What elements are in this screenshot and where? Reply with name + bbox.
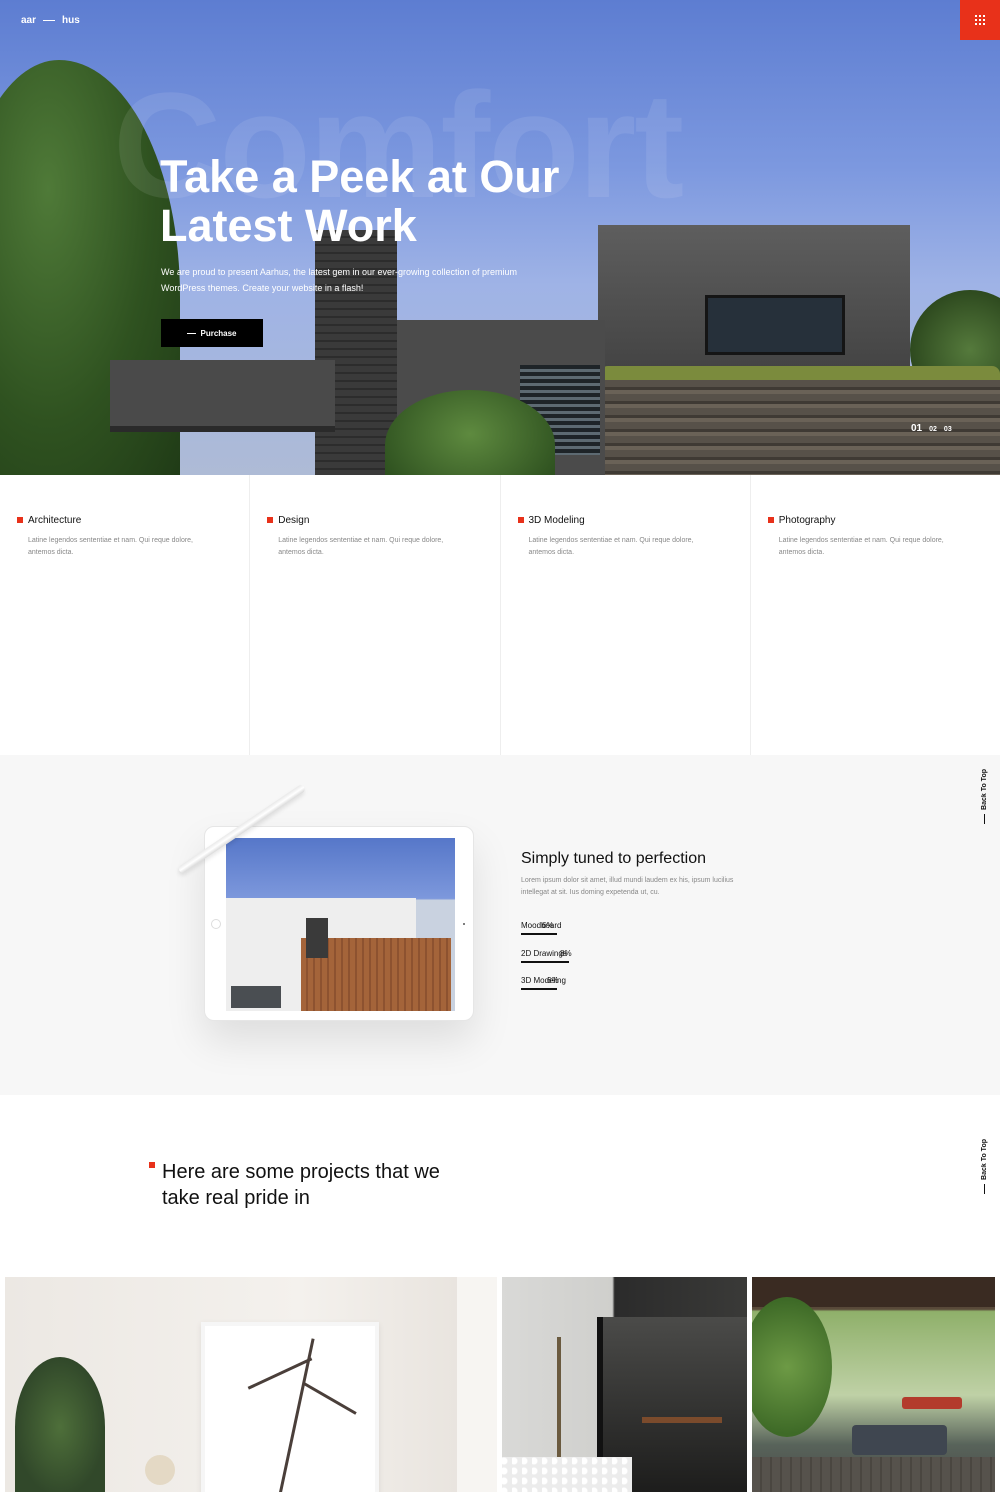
back-to-top-line [984, 813, 985, 824]
service-title: Architecture [28, 515, 82, 526]
garden-tree [752, 1297, 832, 1437]
logo-text-left: aar [21, 15, 37, 26]
grid-menu-icon [975, 15, 985, 25]
button-dash [187, 332, 197, 334]
service-architecture: Architecture Latine legendos sententiae … [0, 475, 251, 755]
skill-bar [521, 933, 557, 935]
skill-percent: 6% [542, 921, 554, 930]
red-chairs [902, 1397, 962, 1409]
hero-title-line-2: Latest Work [160, 200, 417, 251]
tablet-screen [226, 838, 455, 1011]
white-pebbles [502, 1457, 632, 1492]
hero-building-window [705, 295, 845, 355]
hero-building-left [110, 360, 335, 432]
skill-percent: 8% [560, 949, 572, 958]
purchase-button[interactable]: Purchase [161, 319, 263, 347]
service-photography: Photography Latine legendos sententiae e… [751, 475, 1000, 755]
red-square-icon [767, 517, 774, 523]
wooden-deck [752, 1457, 995, 1492]
hero-title: Take a Peek at Our Latest Work [160, 152, 580, 250]
service-text: Latine legendos sententiae et nam. Qui r… [278, 537, 444, 556]
tablet-camera [463, 923, 465, 925]
service-title: Design [278, 515, 310, 526]
hero-description: We are proud to present Aarhus, the late… [161, 267, 518, 293]
perfection-description: Lorem ipsum dolor sit amet, illud mundi … [521, 877, 734, 896]
purchase-button-label: Purchase [200, 328, 237, 338]
dining-table [642, 1417, 722, 1423]
skill-2d-drawings: 2D Drawings 8% [521, 949, 581, 963]
slide-01[interactable]: 01 [911, 423, 922, 434]
picture-frame [201, 1322, 379, 1492]
slider-pagination: 01 02 03 [911, 423, 952, 434]
projects-title: Here are some projects that we take real… [162, 1161, 440, 1209]
project-image-interior[interactable] [5, 1277, 497, 1492]
back-to-top-label: Back To Top [981, 769, 988, 810]
skill-moodboard: Moodboard 6% [521, 921, 581, 935]
skill-3d-modeling: 3D Modeling 6% [521, 976, 581, 990]
wall-edge [457, 1277, 497, 1492]
red-square-icon [517, 517, 524, 523]
menu-button[interactable] [960, 0, 1000, 40]
projects-gallery [0, 1277, 1000, 1492]
back-to-top-line [984, 1183, 985, 1194]
skill-label: 2D Drawings [521, 949, 567, 958]
skill-percent: 6% [547, 976, 559, 985]
small-tree [557, 1337, 561, 1477]
service-text: Latine legendos sententiae et nam. Qui r… [778, 537, 944, 556]
services-section: Architecture Latine legendos sententiae … [0, 475, 1000, 755]
project-image-courtyard[interactable] [502, 1277, 747, 1492]
perfection-section: Simply tuned to perfection Lorem ipsum d… [0, 755, 1000, 1095]
hero-slider: aar hus Comfort Take a Peek at Our Lates… [0, 0, 1000, 475]
service-design: Design Latine legendos sententiae et nam… [250, 475, 501, 755]
slide-02[interactable]: 02 [929, 426, 937, 433]
tablet-image [204, 826, 474, 1021]
back-to-top-link[interactable]: Back To Top [981, 769, 988, 824]
slide-03[interactable]: 03 [944, 426, 952, 433]
logo-dash [43, 20, 56, 21]
perfection-title: Simply tuned to perfection [521, 850, 706, 867]
project-image-terrace[interactable] [752, 1277, 995, 1492]
skill-bar [521, 988, 557, 990]
red-square-icon [149, 1162, 155, 1168]
skill-bar [521, 961, 569, 963]
red-square-icon [267, 517, 274, 523]
service-title: 3D Modeling [528, 515, 585, 526]
hero-title-line-1: Take a Peek at Our [160, 151, 560, 202]
projects-header: Here are some projects that we take real… [0, 1095, 1000, 1275]
back-to-top-label: Back To Top [981, 1139, 988, 1180]
site-logo[interactable]: aar hus [21, 15, 80, 26]
service-text: Latine legendos sententiae et nam. Qui r… [528, 537, 694, 556]
service-3d-modeling: 3D Modeling Latine legendos sententiae e… [501, 475, 751, 755]
tablet-home-button [211, 919, 221, 929]
lamp-shape [145, 1455, 175, 1485]
red-square-icon [17, 517, 23, 523]
plant-shape [15, 1357, 105, 1492]
house-window [306, 918, 328, 958]
back-to-top-link[interactable]: Back To Top [981, 1139, 988, 1194]
service-text: Latine legendos sententiae et nam. Qui r… [28, 537, 194, 556]
house-garage [231, 986, 281, 1008]
sofa [852, 1425, 947, 1455]
logo-text-right: hus [62, 15, 80, 26]
service-title: Photography [778, 515, 836, 526]
